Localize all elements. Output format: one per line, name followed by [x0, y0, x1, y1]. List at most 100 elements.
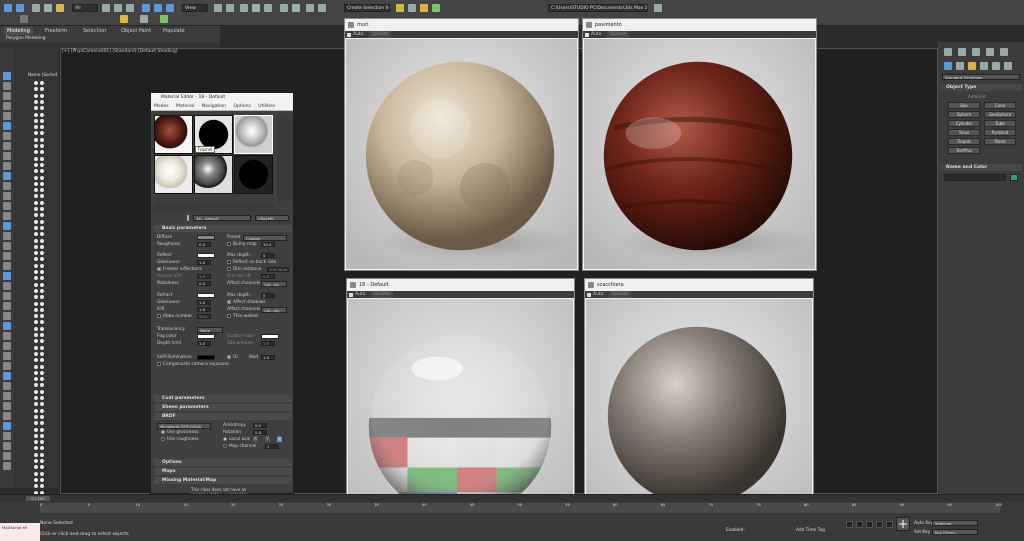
visibility-icon[interactable]: [34, 358, 38, 363]
set-key-big-button[interactable]: +: [896, 517, 910, 531]
freeze-icon[interactable]: [40, 200, 44, 205]
visibility-icon[interactable]: [34, 112, 38, 117]
tab-modeling[interactable]: Modeling: [4, 27, 33, 35]
scene-row[interactable]: [30, 212, 54, 218]
freeze-icon[interactable]: [40, 402, 44, 407]
fresnel-ior-input[interactable]: 1.6: [197, 274, 211, 279]
axis-y-button[interactable]: Y: [265, 437, 270, 442]
redo-icon[interactable]: [16, 4, 24, 12]
view-combo[interactable]: View: [182, 4, 208, 12]
category-dropdown[interactable]: Standard Primitives: [942, 74, 1020, 80]
rotation-input[interactable]: 0.0: [253, 430, 267, 435]
scene-row[interactable]: [30, 256, 54, 262]
visibility-icon[interactable]: [34, 370, 38, 375]
freeze-icon[interactable]: [40, 333, 44, 337]
scene-row[interactable]: [30, 112, 54, 118]
visibility-icon[interactable]: [34, 99, 38, 104]
map-channel-radio[interactable]: [223, 444, 227, 448]
freeze-icon[interactable]: [40, 144, 44, 148]
explorer-tool-icon[interactable]: [3, 242, 11, 250]
mult-input[interactable]: 1.0: [261, 355, 275, 360]
visibility-icon[interactable]: [34, 150, 38, 155]
move-icon[interactable]: [142, 4, 150, 12]
align-icon[interactable]: [292, 4, 300, 12]
material-slot-empty[interactable]: [234, 155, 273, 194]
visibility-icon[interactable]: [34, 414, 38, 419]
explorer-tool-icon[interactable]: [3, 82, 11, 90]
visibility-icon[interactable]: [34, 213, 38, 218]
translucency-dropdown[interactable]: None: [197, 327, 223, 333]
explorer-tool-icon[interactable]: [3, 282, 11, 290]
explorer-tool-icon[interactable]: [3, 302, 11, 310]
auto-key-button[interactable]: Auto Key: [914, 521, 933, 526]
scene-row[interactable]: [30, 86, 54, 92]
freeze-icon[interactable]: [40, 421, 44, 426]
freeze-icon[interactable]: [40, 175, 44, 180]
explorer-tool-icon[interactable]: [3, 342, 11, 350]
freeze-icon[interactable]: [40, 389, 44, 394]
explorer-tool-icon[interactable]: [3, 432, 11, 440]
scene-row[interactable]: [30, 414, 54, 420]
visibility-icon[interactable]: [34, 87, 38, 92]
viewport-label[interactable]: [+] [PhysCamera001] [Standard] [Default …: [62, 49, 178, 54]
freeze-icon[interactable]: [40, 364, 44, 369]
scene-row[interactable]: [30, 181, 54, 187]
visibility-icon[interactable]: [34, 207, 38, 211]
visibility-icon[interactable]: [34, 326, 38, 331]
object-color-swatch[interactable]: [1010, 174, 1018, 181]
primitive-button-torus[interactable]: Torus: [948, 129, 980, 136]
explorer-tool-icon[interactable]: [3, 232, 11, 240]
explorer-tool-icon[interactable]: [3, 272, 11, 280]
freeze-icon[interactable]: [40, 194, 44, 199]
scene-row[interactable]: [30, 244, 54, 250]
menu-utilities[interactable]: Utilities: [258, 104, 275, 109]
primitive-button-cone[interactable]: Cone: [984, 102, 1016, 109]
explorer-tool-icon[interactable]: [3, 402, 11, 410]
explorer-tool-icon[interactable]: [3, 72, 11, 80]
visibility-icon[interactable]: [34, 459, 38, 463]
freeze-icon[interactable]: [40, 263, 44, 268]
visibility-icon[interactable]: [34, 314, 38, 319]
visibility-icon[interactable]: [34, 125, 38, 130]
primitive-button-textplus[interactable]: TextPlus: [948, 147, 980, 154]
scene-row[interactable]: [30, 420, 54, 426]
menu-navigation[interactable]: Navigation: [202, 104, 226, 109]
explorer-tool-icon[interactable]: [3, 382, 11, 390]
thin-walled-checkbox[interactable]: [227, 314, 231, 318]
scene-row[interactable]: [30, 357, 54, 363]
freeze-icon[interactable]: [40, 459, 44, 463]
freeze-icon[interactable]: [40, 440, 44, 445]
scene-row[interactable]: [30, 338, 54, 344]
menu-options[interactable]: Options: [233, 104, 250, 109]
visibility-icon[interactable]: [34, 282, 38, 287]
scene-row[interactable]: [30, 193, 54, 199]
visibility-icon[interactable]: [34, 106, 38, 111]
scene-row[interactable]: [30, 477, 54, 483]
visibility-icon[interactable]: [34, 200, 38, 205]
explorer-tool-icon[interactable]: [3, 352, 11, 360]
visibility-icon[interactable]: [34, 396, 38, 400]
brdf-type-dropdown[interactable]: Microfacet GTR (GGX): [157, 423, 211, 429]
dim-distance-input[interactable]: 100.0mm: [267, 267, 289, 272]
auto-checkbox[interactable]: [585, 32, 589, 37]
visibility-icon[interactable]: [34, 333, 38, 337]
go-to-start-icon[interactable]: [846, 521, 853, 528]
primitive-button-box[interactable]: Box: [948, 102, 980, 109]
curve-editor-icon[interactable]: [318, 4, 326, 12]
visibility-icon[interactable]: [34, 452, 38, 457]
play-icon[interactable]: [866, 521, 873, 528]
diffuse-swatch[interactable]: [197, 235, 215, 240]
max-depth-input[interactable]: 5: [261, 253, 275, 258]
scene-row[interactable]: [30, 130, 54, 136]
freeze-icon[interactable]: [40, 232, 44, 237]
scatter-color-swatch[interactable]: [261, 334, 279, 339]
freeze-icon[interactable]: [40, 295, 44, 300]
glossiness-input[interactable]: 1.0: [197, 260, 211, 265]
name-column-header[interactable]: Name (Sorted: [28, 72, 57, 77]
create-tab-icon[interactable]: [944, 48, 952, 56]
material-name-field[interactable]: 18 - Default: [193, 215, 251, 221]
freeze-icon[interactable]: [40, 320, 44, 325]
auto-checkbox[interactable]: [349, 292, 353, 297]
region-icon[interactable]: [126, 4, 134, 12]
bind-icon[interactable]: [56, 4, 64, 12]
